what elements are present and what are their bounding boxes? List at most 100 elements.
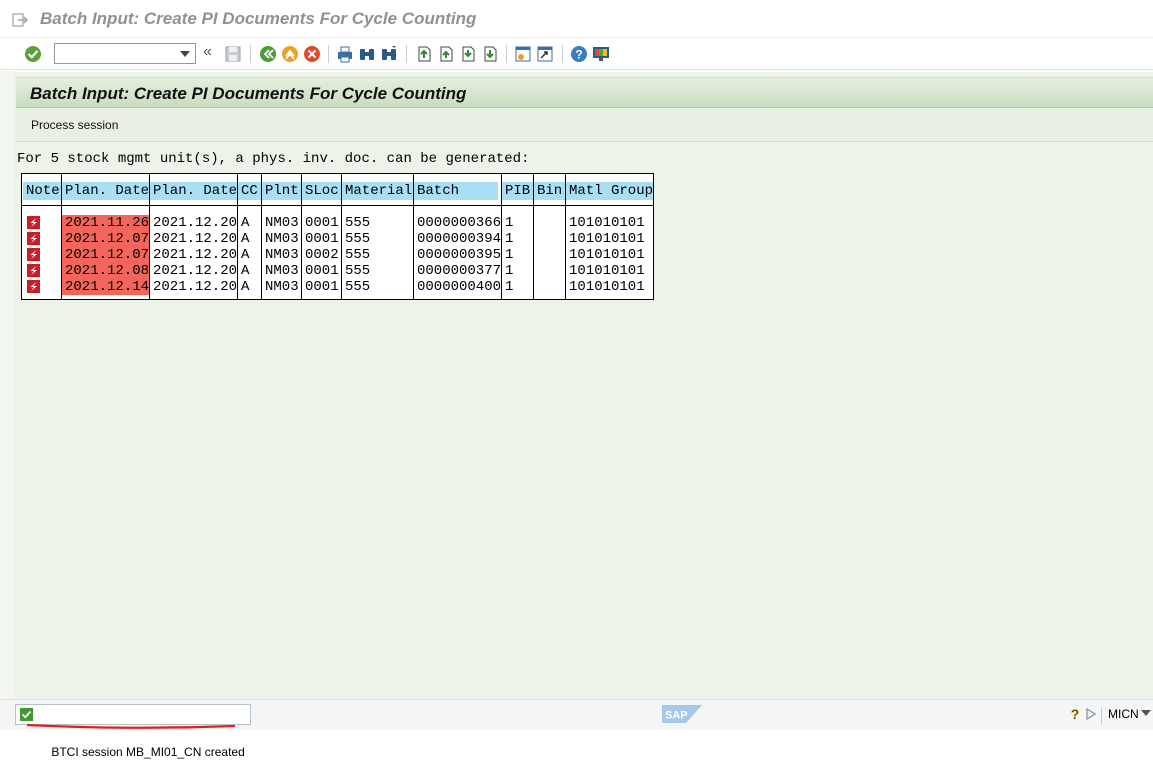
find-icon[interactable] xyxy=(357,44,377,64)
column-header-sloc[interactable]: SLoc xyxy=(302,182,341,200)
toolbar-separator xyxy=(328,45,329,63)
next-page-icon[interactable] xyxy=(458,44,478,64)
success-check-icon xyxy=(20,708,33,721)
sloc-cell[interactable]: 0001 xyxy=(302,215,341,231)
material-cell[interactable]: 555 xyxy=(342,263,413,279)
matl-group-cell[interactable]: 101010101 xyxy=(566,215,653,231)
chevron-down-icon[interactable] xyxy=(180,51,190,57)
chevron-down-icon[interactable] xyxy=(1141,710,1151,717)
plan-date-cell[interactable]: 2021.12.07 xyxy=(62,247,149,263)
first-page-icon[interactable] xyxy=(414,44,434,64)
sloc-cell[interactable]: 0001 xyxy=(302,279,341,295)
column-header-pib[interactable]: PIB xyxy=(502,182,533,200)
material-cell[interactable]: 555 xyxy=(342,279,413,295)
bin-cell[interactable] xyxy=(534,215,565,231)
batch-cell[interactable]: 0000000394 xyxy=(414,231,501,247)
plnt-cell[interactable]: NM03 xyxy=(262,231,301,247)
back-icon[interactable] xyxy=(258,44,278,64)
material-cell[interactable]: 555 xyxy=(342,247,413,263)
column-header-cc[interactable]: CC xyxy=(238,182,261,200)
system-toolbar: « ? xyxy=(0,38,1153,70)
column-header-bin[interactable]: Bin xyxy=(534,182,565,200)
exit-icon[interactable] xyxy=(280,44,300,64)
plnt-cell[interactable]: NM03 xyxy=(262,215,301,231)
column-header-plan-date[interactable]: Plan. Date xyxy=(62,182,149,200)
status-message[interactable]: BTCI session MB_MI01_CN created xyxy=(15,704,251,759)
plan-date-2-cell[interactable]: 2021.12.20 xyxy=(150,279,237,295)
bin-cell[interactable] xyxy=(534,247,565,263)
customize-layout-icon[interactable] xyxy=(591,44,611,64)
bin-cell[interactable] xyxy=(534,231,565,247)
matl-group-cell[interactable]: 101010101 xyxy=(566,263,653,279)
column-header-batch[interactable]: Batch xyxy=(414,182,498,200)
matl-group-cell[interactable]: 101010101 xyxy=(566,231,653,247)
batch-cell[interactable]: 0000000395 xyxy=(414,247,501,263)
cancel-icon[interactable] xyxy=(302,44,322,64)
cc-cell[interactable]: A xyxy=(238,279,261,295)
play-icon[interactable] xyxy=(1086,708,1096,720)
status-message-text: BTCI session MB_MI01_CN created xyxy=(51,745,245,759)
create-session-icon[interactable] xyxy=(513,44,533,64)
find-next-icon[interactable] xyxy=(379,44,399,64)
plan-date-2-cell[interactable]: 2021.12.20 xyxy=(150,215,237,231)
sloc-cell[interactable]: 0001 xyxy=(302,263,341,279)
previous-page-icon[interactable] xyxy=(436,44,456,64)
back-chevron[interactable]: « xyxy=(203,43,212,61)
enter-icon[interactable] xyxy=(23,44,43,64)
generate-shortcut-icon[interactable] xyxy=(535,44,555,64)
window-title: Batch Input: Create PI Documents For Cyc… xyxy=(40,9,477,28)
column-header-note[interactable]: Note xyxy=(23,182,61,200)
matl-group-cell[interactable]: 101010101 xyxy=(566,279,653,295)
plnt-cell[interactable]: NM03 xyxy=(262,247,301,263)
column-header-plnt[interactable]: Plnt xyxy=(262,182,301,200)
sloc-cell[interactable]: 0002 xyxy=(302,247,341,263)
info-line: For 5 stock mgmt unit(s), a phys. inv. d… xyxy=(17,151,530,167)
toolbar-separator xyxy=(562,45,563,63)
process-session-button[interactable]: Process session xyxy=(31,118,118,132)
last-page-icon[interactable] xyxy=(480,44,500,64)
pib-cell[interactable]: 1 xyxy=(502,263,533,279)
pib-cell[interactable]: 1 xyxy=(502,231,533,247)
material-cell[interactable]: 555 xyxy=(342,215,413,231)
material-cell[interactable]: 555 xyxy=(342,231,413,247)
plan-date-2-cell[interactable]: 2021.12.20 xyxy=(150,247,237,263)
column-header-matl-group[interactable]: Matl Group xyxy=(566,182,653,200)
plan-date-2-cell[interactable]: 2021.12.20 xyxy=(150,231,237,247)
save-icon[interactable] xyxy=(223,44,243,64)
late-icon xyxy=(27,248,40,261)
left-frame xyxy=(0,71,14,699)
sloc-cell[interactable]: 0001 xyxy=(302,231,341,247)
column-header-material[interactable]: Material xyxy=(342,182,413,200)
exit-menu-icon[interactable] xyxy=(12,12,28,28)
screen-header: Batch Input: Create PI Documents For Cyc… xyxy=(16,77,1153,108)
plan-date-cell[interactable]: 2021.11.26 xyxy=(62,215,149,231)
print-icon[interactable] xyxy=(335,44,355,64)
system-info[interactable]: MICN xyxy=(1108,707,1139,721)
batch-cell[interactable]: 0000000366 xyxy=(414,215,501,231)
plan-date-2-cell[interactable]: 2021.12.20 xyxy=(150,263,237,279)
plan-date-cell[interactable]: 2021.12.14 xyxy=(62,279,149,295)
plan-date-cell[interactable]: 2021.12.08 xyxy=(62,263,149,279)
cc-cell[interactable]: A xyxy=(238,215,261,231)
pib-cell[interactable]: 1 xyxy=(502,215,533,231)
command-field[interactable] xyxy=(54,43,196,64)
bin-cell[interactable] xyxy=(534,263,565,279)
column-header-plan-date-2[interactable]: Plan. Date xyxy=(150,182,237,200)
batch-cell[interactable]: 0000000377 xyxy=(414,263,501,279)
toolbar-separator xyxy=(250,45,251,63)
bin-cell[interactable] xyxy=(534,279,565,295)
toolbar-separator xyxy=(506,45,507,63)
cc-cell[interactable]: A xyxy=(238,247,261,263)
plnt-cell[interactable]: NM03 xyxy=(262,279,301,295)
status-help-icon[interactable]: ? xyxy=(1068,706,1082,722)
plnt-cell[interactable]: NM03 xyxy=(262,263,301,279)
plan-date-cell[interactable]: 2021.12.07 xyxy=(62,231,149,247)
pib-cell[interactable]: 1 xyxy=(502,247,533,263)
matl-group-cell[interactable]: 101010101 xyxy=(566,247,653,263)
help-icon[interactable]: ? xyxy=(569,44,589,64)
pib-cell[interactable]: 1 xyxy=(502,279,533,295)
cc-cell[interactable]: A xyxy=(238,263,261,279)
cc-cell[interactable]: A xyxy=(238,231,261,247)
batch-cell[interactable]: 0000000400 xyxy=(414,279,501,295)
command-input[interactable] xyxy=(55,44,175,63)
